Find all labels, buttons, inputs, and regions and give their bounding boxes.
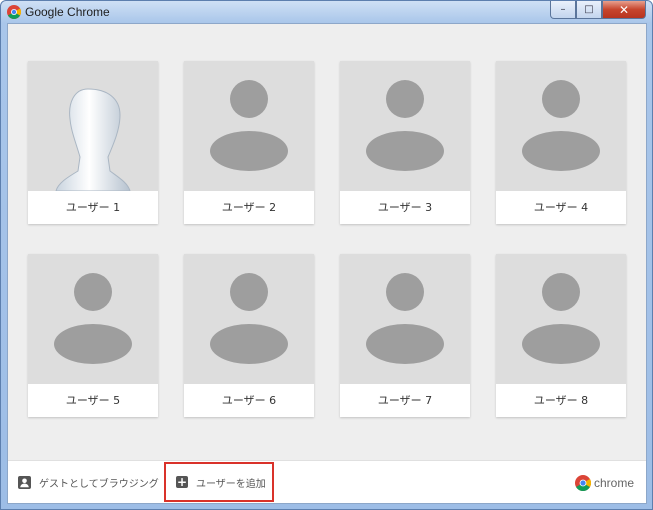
chrome-window: Google Chrome – □ ✕ ユーザー 1 ユーザー 2 ユーザー 3… — [0, 0, 653, 510]
person-head-icon — [74, 273, 112, 311]
guest-label: ゲストとしてブラウジング — [39, 479, 159, 490]
profile-name: ユーザー 2 — [221, 201, 277, 214]
person-body-icon — [366, 131, 444, 171]
plus-icon: + — [176, 475, 188, 489]
guest-person-icon — [18, 476, 31, 489]
avatar — [28, 254, 158, 384]
person-head-icon — [230, 273, 268, 311]
profile-tile-1[interactable]: ユーザー 1 — [28, 61, 158, 224]
avatar — [496, 254, 626, 384]
profile-name: ユーザー 3 — [377, 201, 433, 214]
profile-tile-3[interactable]: ユーザー 3 — [340, 61, 470, 224]
profile-name: ユーザー 1 — [65, 201, 121, 214]
person-body-icon — [366, 324, 444, 364]
avatar — [496, 61, 626, 191]
chrome-logo-icon — [7, 5, 21, 19]
browse-as-guest-button[interactable]: ゲストとしてブラウジング — [18, 461, 159, 504]
profile-tile-7[interactable]: ユーザー 7 — [340, 254, 470, 417]
close-button[interactable]: ✕ — [602, 1, 646, 19]
profile-tile-6[interactable]: ユーザー 6 — [184, 254, 314, 417]
avatar — [28, 61, 158, 191]
window-title: Google Chrome — [25, 5, 110, 19]
avatar — [340, 61, 470, 191]
person-body-icon — [54, 324, 132, 364]
chrome-brand: chrome — [574, 461, 634, 504]
profile-picker: ユーザー 1 ユーザー 2 ユーザー 3 ユーザー 4 ユーザー 5 ユーザー … — [7, 23, 647, 504]
title-bar[interactable]: Google Chrome – □ ✕ — [1, 1, 652, 23]
person-body-icon — [522, 324, 600, 364]
chrome-brand-text: chrome — [593, 475, 634, 490]
avatar — [184, 61, 314, 191]
person-head-icon — [542, 273, 580, 311]
profile-tile-4[interactable]: ユーザー 4 — [496, 61, 626, 224]
add-user-label: ユーザーを追加 — [196, 478, 266, 490]
add-user-button[interactable]: + ユーザーを追加 — [164, 462, 274, 502]
minimize-button[interactable]: – — [550, 1, 576, 19]
chrome-logo-icon — [574, 474, 591, 491]
person-head-icon — [542, 80, 580, 118]
maximize-button[interactable]: □ — [576, 1, 602, 19]
profile-tile-5[interactable]: ユーザー 5 — [28, 254, 158, 417]
profile-tile-8[interactable]: ユーザー 8 — [496, 254, 626, 417]
avatar — [340, 254, 470, 384]
person-head-icon — [386, 80, 424, 118]
avatar — [184, 254, 314, 384]
profile-name: ユーザー 7 — [377, 394, 433, 407]
mannequin-avatar-icon — [55, 88, 131, 191]
profile-name: ユーザー 5 — [65, 394, 121, 407]
profile-tile-2[interactable]: ユーザー 2 — [184, 61, 314, 224]
footer-bar: ゲストとしてブラウジング + ユーザーを追加 chrome — [8, 460, 646, 503]
profile-name: ユーザー 8 — [533, 394, 589, 407]
profile-name: ユーザー 4 — [533, 201, 589, 214]
person-body-icon — [210, 324, 288, 364]
person-body-icon — [522, 131, 600, 171]
person-head-icon — [230, 80, 268, 118]
person-head-icon — [386, 273, 424, 311]
profile-name: ユーザー 6 — [221, 394, 277, 407]
window-controls: – □ ✕ — [550, 1, 646, 19]
person-body-icon — [210, 131, 288, 171]
